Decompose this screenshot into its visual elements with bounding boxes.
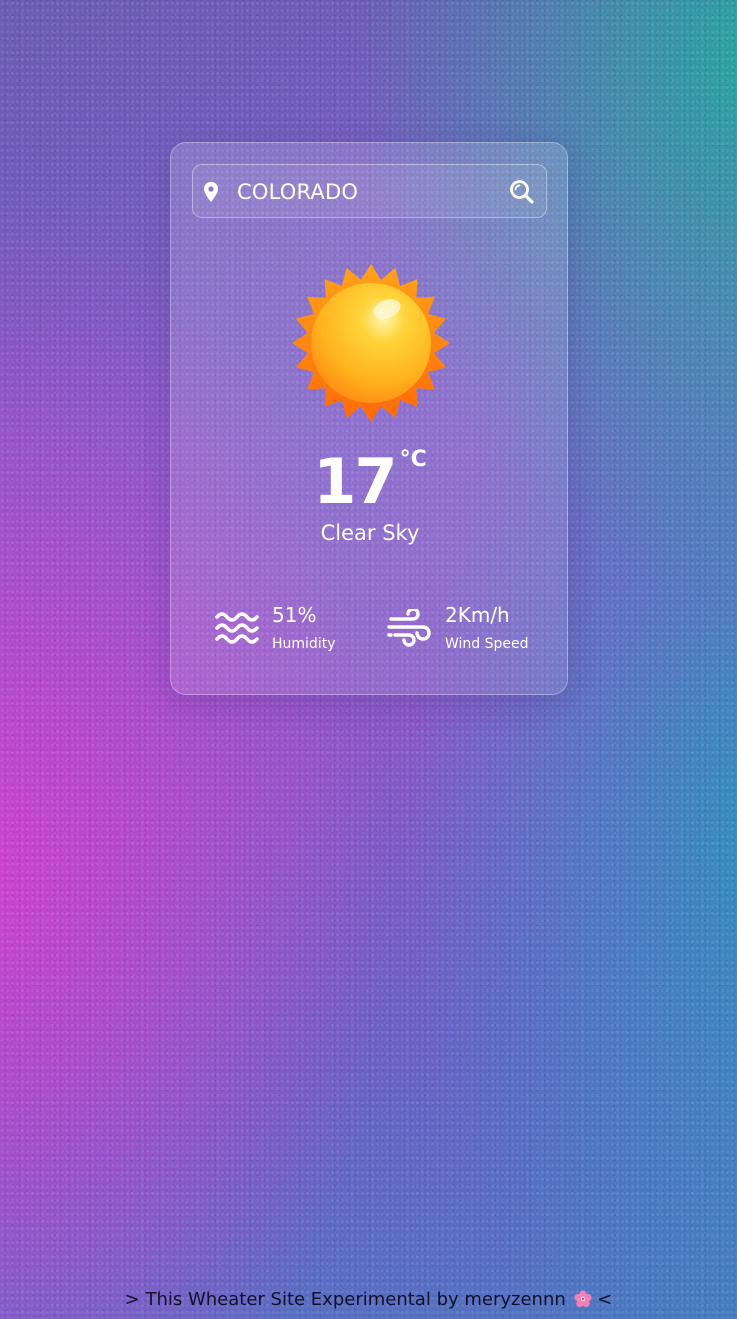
footer-credit: > This Wheater Site Experimental by mery… bbox=[0, 1289, 737, 1310]
search-box bbox=[192, 164, 547, 218]
weather-card: 17°C Clear Sky 51% Humidity 2Km/h Wind S… bbox=[170, 142, 568, 695]
wind-speed-value: 2Km/h bbox=[445, 603, 510, 627]
wind-speed-label: Wind Speed bbox=[445, 636, 529, 652]
footer-text-end: < bbox=[591, 1289, 613, 1310]
temperature-display: 17 °C bbox=[171, 443, 569, 521]
location-input[interactable] bbox=[235, 174, 499, 210]
humidity-detail: 51% Humidity bbox=[214, 601, 374, 661]
weather-description: Clear Sky bbox=[320, 521, 420, 545]
sun-icon bbox=[292, 264, 450, 422]
wind-detail: 2Km/h Wind Speed bbox=[387, 601, 557, 661]
water-waves-icon bbox=[215, 612, 259, 644]
temperature-value: 17 bbox=[313, 445, 397, 518]
map-pin-icon bbox=[204, 182, 218, 202]
cherry-blossom-icon bbox=[573, 1290, 592, 1308]
magnifier-icon[interactable] bbox=[509, 179, 534, 204]
humidity-label: Humidity bbox=[272, 636, 336, 652]
wind-icon bbox=[387, 609, 431, 647]
footer-text: > This Wheater Site Experimental by mery… bbox=[124, 1289, 566, 1310]
humidity-value: 51% bbox=[272, 603, 317, 627]
temperature-unit: °C bbox=[399, 447, 427, 472]
